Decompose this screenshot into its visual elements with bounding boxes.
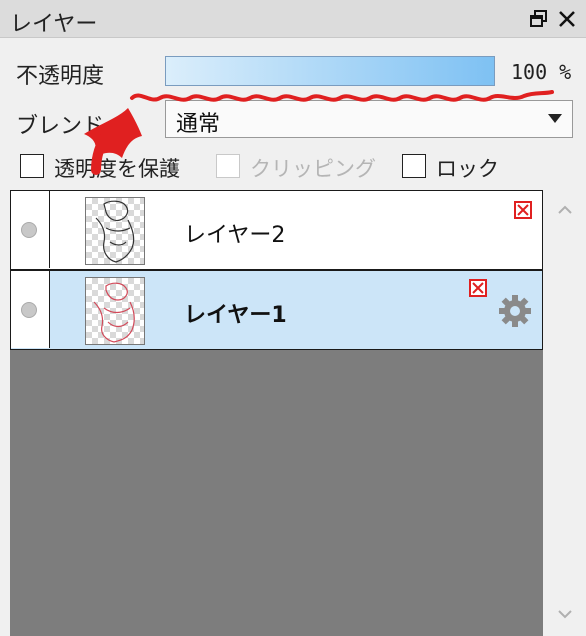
restore-window-icon[interactable]: [528, 8, 550, 30]
visibility-cell[interactable]: [11, 191, 50, 268]
opacity-slider[interactable]: [165, 56, 495, 86]
clipping-label: クリッピング: [250, 157, 376, 181]
chevron-down-icon[interactable]: [557, 610, 573, 620]
protect-alpha-label: 透明度を保護: [54, 157, 180, 181]
layer-row-selected[interactable]: レイヤー1: [10, 270, 543, 350]
layer-list-scrollbar[interactable]: [543, 190, 586, 636]
clipping-checkbox[interactable]: [216, 154, 240, 178]
lock-label: ロック: [436, 157, 499, 181]
visibility-toggle-icon[interactable]: [21, 222, 37, 238]
gear-icon[interactable]: [497, 293, 533, 329]
panel-title: レイヤー: [10, 12, 98, 37]
opacity-value: 100 %: [511, 60, 572, 84]
layer-thumbnail: [85, 197, 145, 265]
layer-name: レイヤー1: [184, 303, 287, 328]
chevron-down-icon: [548, 114, 562, 123]
blend-label: ブレンド: [16, 114, 105, 139]
visibility-toggle-icon[interactable]: [21, 302, 37, 318]
protect-alpha-checkbox[interactable]: [20, 154, 44, 178]
layer-thumbnail: [85, 277, 145, 345]
layer-list: レイヤー2 レイヤー1: [10, 190, 543, 636]
close-icon[interactable]: [556, 8, 578, 30]
visibility-cell[interactable]: [11, 271, 50, 348]
blend-mode-dropdown[interactable]: 通常: [165, 100, 573, 138]
mask-icon[interactable]: [469, 279, 487, 297]
blend-mode-value: 通常: [176, 112, 221, 137]
panel-titlebar: レイヤー: [0, 0, 586, 38]
lock-checkbox[interactable]: [402, 154, 426, 178]
layer-row[interactable]: レイヤー2: [10, 190, 543, 270]
mask-icon[interactable]: [514, 201, 532, 219]
chevron-up-icon[interactable]: [557, 204, 573, 214]
opacity-label: 不透明度: [16, 64, 105, 89]
layer-name: レイヤー2: [184, 223, 286, 248]
